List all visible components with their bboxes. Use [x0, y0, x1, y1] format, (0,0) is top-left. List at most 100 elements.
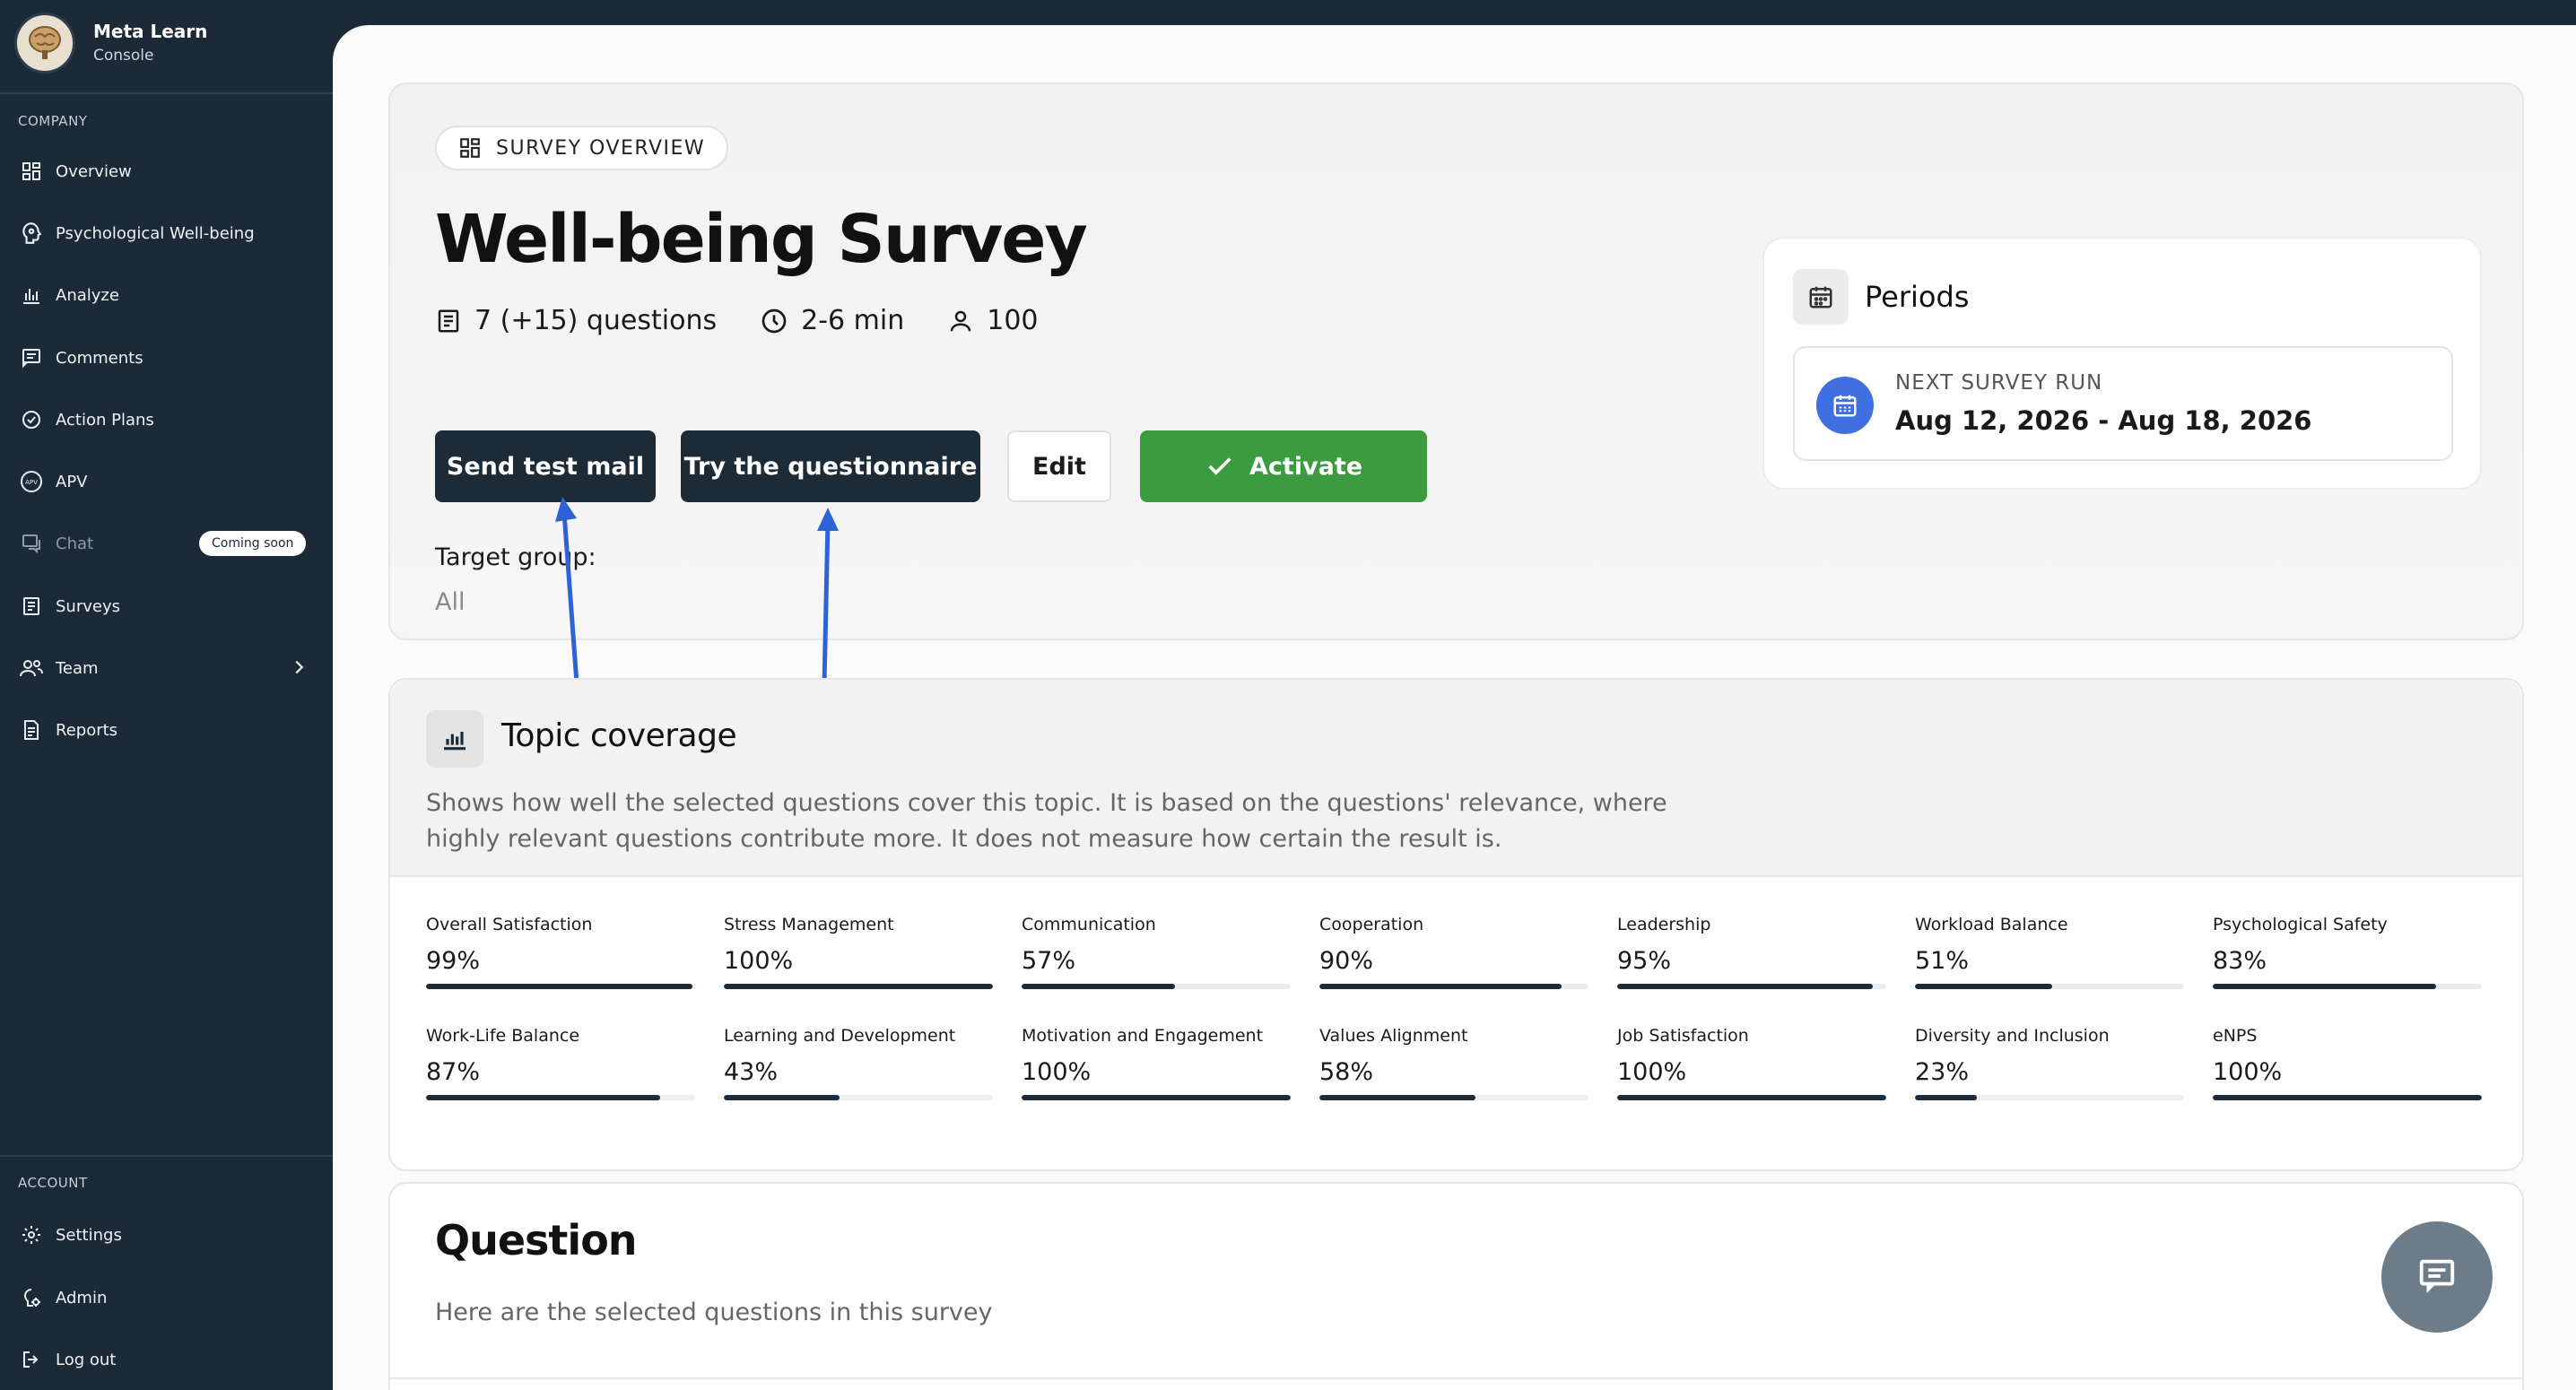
question-section-subtitle: Here are the selected questions in this … — [435, 1299, 993, 1326]
sidebar-item-label: Log out — [56, 1350, 117, 1369]
clipboard-icon — [435, 308, 462, 334]
annotation-arrow-icon — [817, 508, 839, 686]
topic-metric-progress-fill — [1022, 1095, 1291, 1100]
sidebar-item-action-plans[interactable]: Action Plans — [0, 393, 333, 447]
sidebar-item-admin[interactable]: Admin — [0, 1271, 333, 1325]
topic-metric-value: 87% — [426, 1058, 481, 1086]
topic-metric: Work-Life Balance 87% — [426, 1026, 695, 1100]
periods-title: Periods — [1865, 280, 1970, 314]
topic-metric-value: 57% — [1022, 947, 1076, 975]
participants: 100 — [947, 305, 1039, 336]
annotation-arrow-icon — [555, 497, 579, 684]
topic-metric-progress-bar — [724, 1095, 993, 1100]
brain-logo-icon — [14, 13, 75, 74]
question-section-title: Question — [435, 1216, 638, 1264]
topic-metric-progress-fill — [1319, 984, 1562, 989]
brand[interactable]: Meta Learn Console — [14, 13, 207, 74]
topic-metric-value: 100% — [2213, 1058, 2283, 1086]
topic-metric: Stress Management 100% — [724, 915, 993, 989]
sidebar-item-team[interactable]: Team — [0, 641, 333, 695]
topic-metric-value: 43% — [724, 1058, 779, 1086]
topic-metric: Cooperation 90% — [1319, 915, 1588, 989]
topic-metric-value: 83% — [2213, 947, 2267, 975]
gear-icon — [18, 1221, 45, 1248]
try-questionnaire-button[interactable]: Try the questionnaire — [681, 430, 980, 502]
clipboard-icon — [18, 593, 45, 620]
pill-label: SURVEY OVERVIEW — [496, 136, 706, 160]
message-icon — [2416, 1255, 2458, 1299]
sidebar-item-surveys[interactable]: Surveys — [0, 579, 333, 633]
edit-button[interactable]: Edit — [1007, 430, 1111, 502]
activate-button[interactable]: Activate — [1140, 430, 1427, 502]
logout-icon — [18, 1346, 45, 1373]
sidebar-item-reports[interactable]: Reports — [0, 703, 333, 757]
topic-metric-progress-fill — [1915, 1095, 1977, 1100]
topic-metric-progress-bar — [1022, 984, 1291, 989]
sidebar-item-label: Admin — [56, 1288, 108, 1307]
duration-text: 2-6 min — [801, 305, 905, 336]
topic-metric-value: 58% — [1319, 1058, 1374, 1086]
next-survey-run[interactable]: NEXT SURVEY RUN Aug 12, 2026 - Aug 18, 2… — [1793, 346, 2453, 461]
topic-metric: Workload Balance 51% — [1915, 915, 2184, 989]
topic-metric-progress-bar — [1915, 984, 2184, 989]
topic-metric-value: 23% — [1915, 1058, 1970, 1086]
chat-fab-button[interactable] — [2381, 1221, 2493, 1333]
sidebar-item-apv[interactable]: APV APV — [0, 455, 333, 508]
main-content: SURVEY OVERVIEW Well-being Survey 7 (+15… — [333, 25, 2576, 1390]
apv-icon: APV — [18, 468, 45, 495]
sidebar: Meta Learn Console COMPANY Overview Psyc… — [0, 0, 333, 1390]
topic-metric-name: Communication — [1022, 915, 1156, 934]
svg-text:APV: APV — [25, 479, 38, 486]
topic-metric: Overall Satisfaction 99% — [426, 915, 695, 989]
sidebar-item-settings[interactable]: Settings — [0, 1208, 333, 1262]
topic-metric-progress-bar — [1915, 1095, 2184, 1100]
sidebar-item-psychological-well-being[interactable]: Psychological Well-being — [0, 206, 333, 260]
topic-metric-progress-fill — [1915, 984, 2052, 989]
divider — [0, 1155, 333, 1157]
check-icon — [1205, 451, 1235, 482]
topic-metric-value: 95% — [1617, 947, 1672, 975]
report-icon — [18, 717, 45, 743]
admin-icon — [18, 1284, 45, 1311]
sidebar-item-analyze[interactable]: Analyze — [0, 268, 333, 322]
sidebar-item-logout[interactable]: Log out — [0, 1333, 333, 1386]
topic-metric-progress-bar — [1617, 1095, 1886, 1100]
topic-metric: Psychological Safety 83% — [2213, 915, 2482, 989]
sidebar-item-overview[interactable]: Overview — [0, 144, 333, 198]
sidebar-item-label: Team — [56, 658, 99, 678]
next-run-label: NEXT SURVEY RUN — [1895, 371, 2103, 395]
topic-metric: Leadership 95% — [1617, 915, 1886, 989]
topic-metric-progress-bar — [1319, 984, 1588, 989]
clock-icon — [760, 307, 788, 335]
sidebar-item-label: Comments — [56, 348, 144, 368]
topic-metric-value: 51% — [1915, 947, 1970, 975]
chevron-right-icon — [289, 657, 309, 681]
topic-metric-progress-bar — [1022, 1095, 1291, 1100]
topic-metric-value: 100% — [724, 947, 794, 975]
topic-metric-name: Stress Management — [724, 915, 894, 934]
topic-coverage-header: Topic coverage Shows how well the select… — [390, 680, 2522, 877]
sidebar-item-chat[interactable]: Chat Coming soon — [0, 517, 333, 570]
topic-metric-progress-fill — [1617, 984, 1873, 989]
topic-metric-name: Diversity and Inclusion — [1915, 1026, 2110, 1046]
sidebar-item-label: Surveys — [56, 596, 120, 616]
user-icon — [947, 308, 974, 334]
topic-metric-progress-fill — [426, 1095, 660, 1100]
team-icon — [18, 655, 45, 682]
chat-icon — [18, 530, 45, 557]
coming-soon-badge: Coming soon — [199, 531, 307, 556]
send-test-mail-button[interactable]: Send test mail — [435, 430, 656, 502]
duration: 2-6 min — [760, 305, 904, 336]
sidebar-item-comments[interactable]: Comments — [0, 331, 333, 385]
topic-metric-progress-fill — [1022, 984, 1175, 989]
topic-metric-progress-bar — [2213, 1095, 2482, 1100]
topic-metric-progress-bar — [1319, 1095, 1588, 1100]
survey-overview-pill: SURVEY OVERVIEW — [435, 126, 729, 170]
topic-metric: Job Satisfaction 100% — [1617, 1026, 1886, 1100]
topic-metric: Diversity and Inclusion 23% — [1915, 1026, 2184, 1100]
topic-coverage-description: Shows how well the selected questions co… — [426, 789, 1667, 853]
topic-coverage-title: Topic coverage — [501, 717, 737, 754]
topic-metric-name: Motivation and Engagement — [1022, 1026, 1264, 1046]
head-icon — [18, 220, 45, 247]
question-count: 7 (+15) questions — [435, 305, 717, 336]
